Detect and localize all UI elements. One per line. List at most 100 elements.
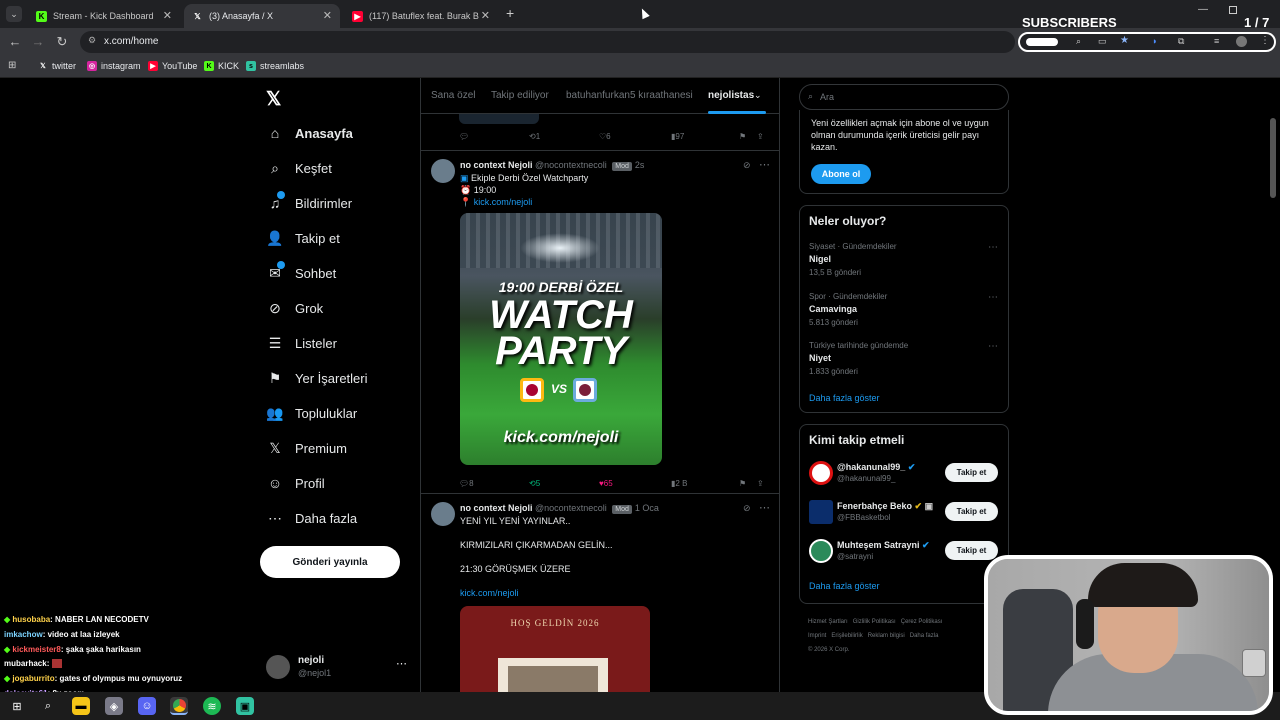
bookmark-icon[interactable]: ⚑ [739,479,746,488]
like-button[interactable]: ♡ 6 [599,132,611,141]
bookmark-youtube[interactable]: ▶ YouTube [148,61,197,71]
reply-icon[interactable]: 💬︎ [459,132,469,141]
file-explorer-icon[interactable]: ▬ [72,697,90,715]
close-tab-icon[interactable]: ✕ [323,9,332,22]
trend-item[interactable]: Spor · Gündemdekiler Camavinga 5.813 gön… [800,290,1008,336]
nav-premium[interactable]: 𝕏 Premium [266,437,347,459]
nav-explore[interactable]: ⌕ Keşfet [266,157,332,179]
x-logo-icon[interactable]: 𝕏 [266,88,281,111]
post-more-icon[interactable]: ⋯ [759,501,770,514]
post-more-icon[interactable]: ⋯ [759,158,770,171]
tab-for-you[interactable]: Sana özel [431,90,475,101]
back-arrow-icon[interactable]: ← [7,34,23,49]
show-more-link[interactable]: Daha fazla göster [809,393,880,403]
nav-follow[interactable]: 👤 Takip et [266,227,340,249]
nav-profile[interactable]: ☺ Profil [266,472,325,494]
trend-more-icon[interactable]: ⋯ [988,242,998,253]
views-button[interactable]: ▮ 97 [671,132,684,141]
tab-list-kiraathane[interactable]: batuhanfurkan5 kıraathanesi [566,90,693,101]
post[interactable]: no context Nejoli @nocontextnecoli Mod 1 … [421,494,779,692]
trend-more-icon[interactable]: ⋯ [988,292,998,303]
reply-button[interactable]: 💬︎ 8 [459,479,474,488]
grok-icon[interactable]: ⊘ [743,503,751,514]
windows-start-icon[interactable]: ⊞ [8,697,26,715]
chrome-icon[interactable] [170,697,188,715]
nav-chat[interactable]: ✉ Sohbet [266,261,336,284]
trend-item[interactable]: Siyaset · Gündemdekiler Nigel 13,5 B gön… [800,240,1008,286]
minimize-window-icon[interactable]: — [1198,4,1208,15]
bookmark-instagram[interactable]: ◎ instagram [87,61,141,71]
nav-bookmarks[interactable]: ⚑ Yer İşaretleri [266,367,368,389]
tab-x-home[interactable]: 𝕏 (3) Anasayfa / X ✕ [184,4,340,28]
tab-search-chevron-icon[interactable]: ⌄ [6,6,22,22]
chevron-down-icon[interactable]: ⌄ [754,90,762,101]
views-button[interactable]: ▮ 2 B [671,479,687,488]
forward-arrow-icon[interactable]: → [30,34,46,49]
discord-icon[interactable]: ☺ [138,697,156,715]
grok-icon[interactable]: ⊘ [743,160,751,171]
tab-kick-dashboard[interactable]: K Stream - Kick Dashboard ✕ [28,4,180,28]
bookmark-streamlabs[interactable]: s streamlabs [246,61,304,71]
subscribe-button[interactable]: Abone ol [811,164,871,184]
repost-button[interactable]: ⟲ 1 [529,132,540,141]
extensions-puzzle-icon[interactable]: ⧉ [1178,36,1184,47]
tab-nejolistas[interactable]: nejolistas [708,90,754,101]
app-icon[interactable]: ◈ [105,697,123,715]
bookmark-icon[interactable]: ⚑ [739,132,746,141]
post-author[interactable]: no context Nejoli @nocontextnecoli Mod 1 … [460,503,659,514]
trend-item[interactable]: Türkiye tarihinde gündemde Niyet 1.833 g… [800,339,1008,385]
nav-communities[interactable]: 👥 Topluluklar [266,402,357,424]
bookmark-star-icon[interactable]: ★ [1120,35,1129,46]
trend-more-icon[interactable]: ⋯ [988,341,998,352]
nav-notifications[interactable]: ♫ Bildirimler [266,191,352,214]
close-tab-icon[interactable]: ✕ [163,9,172,22]
nav-home[interactable]: ⌂ Anasayfa [266,122,353,144]
repost-button[interactable]: ⟲ 5 [529,479,540,488]
post-link[interactable]: kick.com/nejoli [460,588,519,598]
profile-avatar-icon[interactable] [1236,36,1247,47]
tab-youtube[interactable]: ▶ (117) Batuflex feat. Burak Balkan ✕ [344,4,498,28]
browser-menu-icon[interactable]: ⋮ [1260,35,1270,46]
restore-window-icon[interactable] [1229,6,1237,14]
post-image-watch-party[interactable]: 19:00 DERBİ ÖZEL WATCH PARTY VS kick.com… [460,213,662,465]
search-input[interactable]: ⌕ Ara [799,84,1009,110]
post-avatar[interactable] [431,159,455,183]
cast-icon[interactable]: ▭ [1098,36,1107,47]
like-button[interactable]: ♥ 65 [599,479,613,488]
close-tab-icon[interactable]: ✕ [481,9,490,22]
new-tab-button[interactable]: + [506,5,514,21]
apps-grid-icon[interactable]: ⊞ [8,60,16,71]
reading-list-icon[interactable]: ≡ [1214,36,1219,46]
url-input[interactable]: ⚙ x.com/home [80,31,1015,53]
share-icon[interactable]: ⇪ [757,132,764,141]
page-scrollbar[interactable] [1270,118,1276,198]
post-avatar[interactable] [431,502,455,526]
tab-following[interactable]: Takip ediliyor [491,90,549,101]
zoom-icon[interactable]: ⌕ [1076,36,1081,47]
account-more-icon[interactable]: ⋯ [396,657,407,670]
follow-button[interactable]: Takip et [945,541,998,560]
streamlabs-icon[interactable]: ▣ [236,697,254,715]
follow-button[interactable]: Takip et [945,463,998,482]
nav-lists[interactable]: ☰ Listeler [266,332,337,354]
account-switcher[interactable]: nejoli @nejol1 ⋯ [266,653,411,681]
follow-button[interactable]: Takip et [945,502,998,521]
nav-grok[interactable]: ⊘ Grok [266,297,323,319]
spotify-icon[interactable]: ≋ [203,697,221,715]
post-button[interactable]: Gönderi yayınla [260,546,400,578]
post[interactable]: no context Nejoli @nocontextnecoli Mod 2s… [421,151,779,493]
extension-audio-icon[interactable]: ◗ [1152,36,1157,46]
bookmark-twitter[interactable]: 𝕏twitter [38,61,76,71]
reload-icon[interactable]: ↻ [54,34,70,50]
nav-more[interactable]: ⋯ Daha fazla [266,507,357,529]
post-link-line[interactable]: 📍 kick.com/nejoli [460,197,532,208]
share-icon[interactable]: ⇪ [757,479,764,488]
active-tab-indicator [708,111,766,114]
bookmark-kick[interactable]: K KICK [204,61,239,71]
profile-pill[interactable] [1026,38,1058,46]
search-icon[interactable]: ⌕ [39,697,57,715]
site-info-icon[interactable]: ⚙ [88,35,96,46]
post-author[interactable]: no context Nejoli @nocontextnecoli Mod 2s [460,160,644,171]
show-more-link[interactable]: Daha fazla göster [809,581,880,591]
post-image-new-year[interactable]: HOŞ GELDİN 2026 [460,606,650,692]
